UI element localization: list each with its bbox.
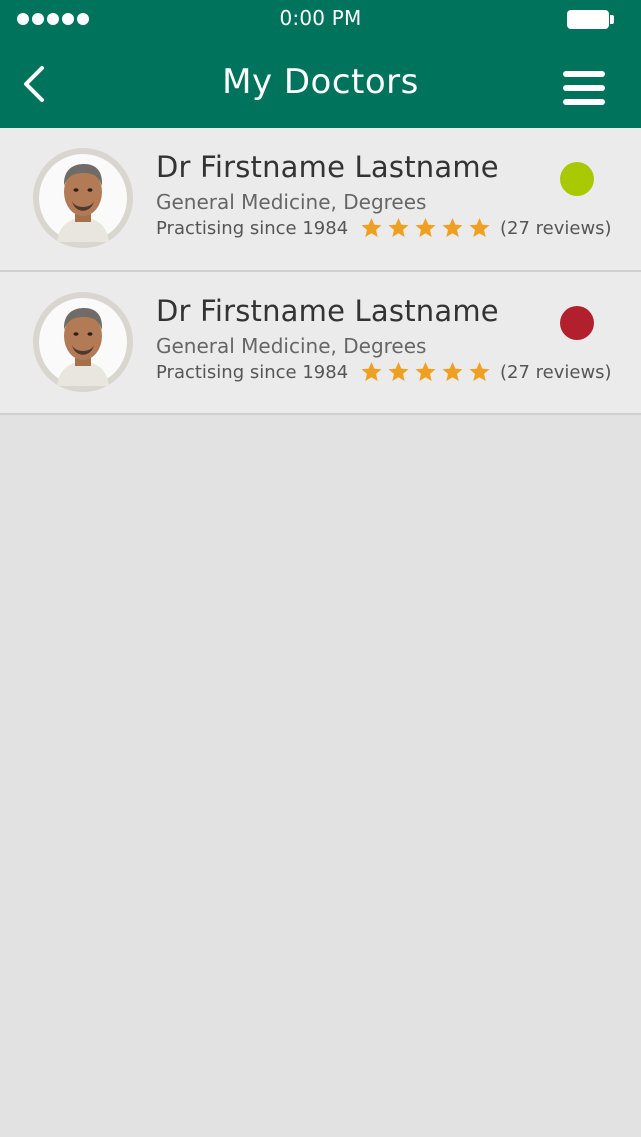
star-icon [415, 218, 436, 237]
status-indicator [560, 162, 594, 196]
doctor-specialty: General Medicine, Degrees [156, 190, 427, 214]
star-icon [469, 362, 490, 381]
rating-stars [360, 361, 491, 383]
star-icon [442, 218, 463, 237]
doctor-list-item[interactable]: Dr Firstname Lastname General Medicine, … [0, 272, 641, 415]
status-indicator [560, 306, 594, 340]
star-icon [415, 362, 436, 381]
menu-button[interactable] [563, 68, 605, 108]
status-time: 0:00 PM [279, 6, 362, 30]
star-icon [388, 362, 409, 381]
rating-stars [360, 217, 491, 239]
star-icon [442, 362, 463, 381]
doctor-name: Dr Firstname Lastname [156, 150, 499, 184]
star-icon [469, 218, 490, 237]
review-count: (27 reviews) [500, 362, 612, 383]
doctor-specialty: General Medicine, Degrees [156, 334, 427, 358]
doctor-practising: Practising since 1984 [156, 362, 349, 383]
doctor-practising: Practising since 1984 [156, 218, 349, 239]
navbar: My Doctors [0, 40, 641, 128]
star-icon [388, 218, 409, 237]
star-icon [361, 362, 382, 381]
star-icon [361, 218, 382, 237]
status-bar: 0:00 PM [0, 0, 641, 40]
avatar [33, 292, 133, 392]
doctor-list: Dr Firstname Lastname General Medicine, … [0, 128, 641, 415]
doctor-list-item[interactable]: Dr Firstname Lastname General Medicine, … [0, 128, 641, 272]
review-count: (27 reviews) [500, 218, 612, 239]
avatar [33, 148, 133, 248]
header: 0:00 PM My Doctors [0, 0, 641, 128]
hamburger-menu-icon [563, 71, 605, 77]
doctor-name: Dr Firstname Lastname [156, 294, 499, 328]
battery-icon [567, 10, 614, 29]
page-title: My Doctors [222, 62, 419, 102]
